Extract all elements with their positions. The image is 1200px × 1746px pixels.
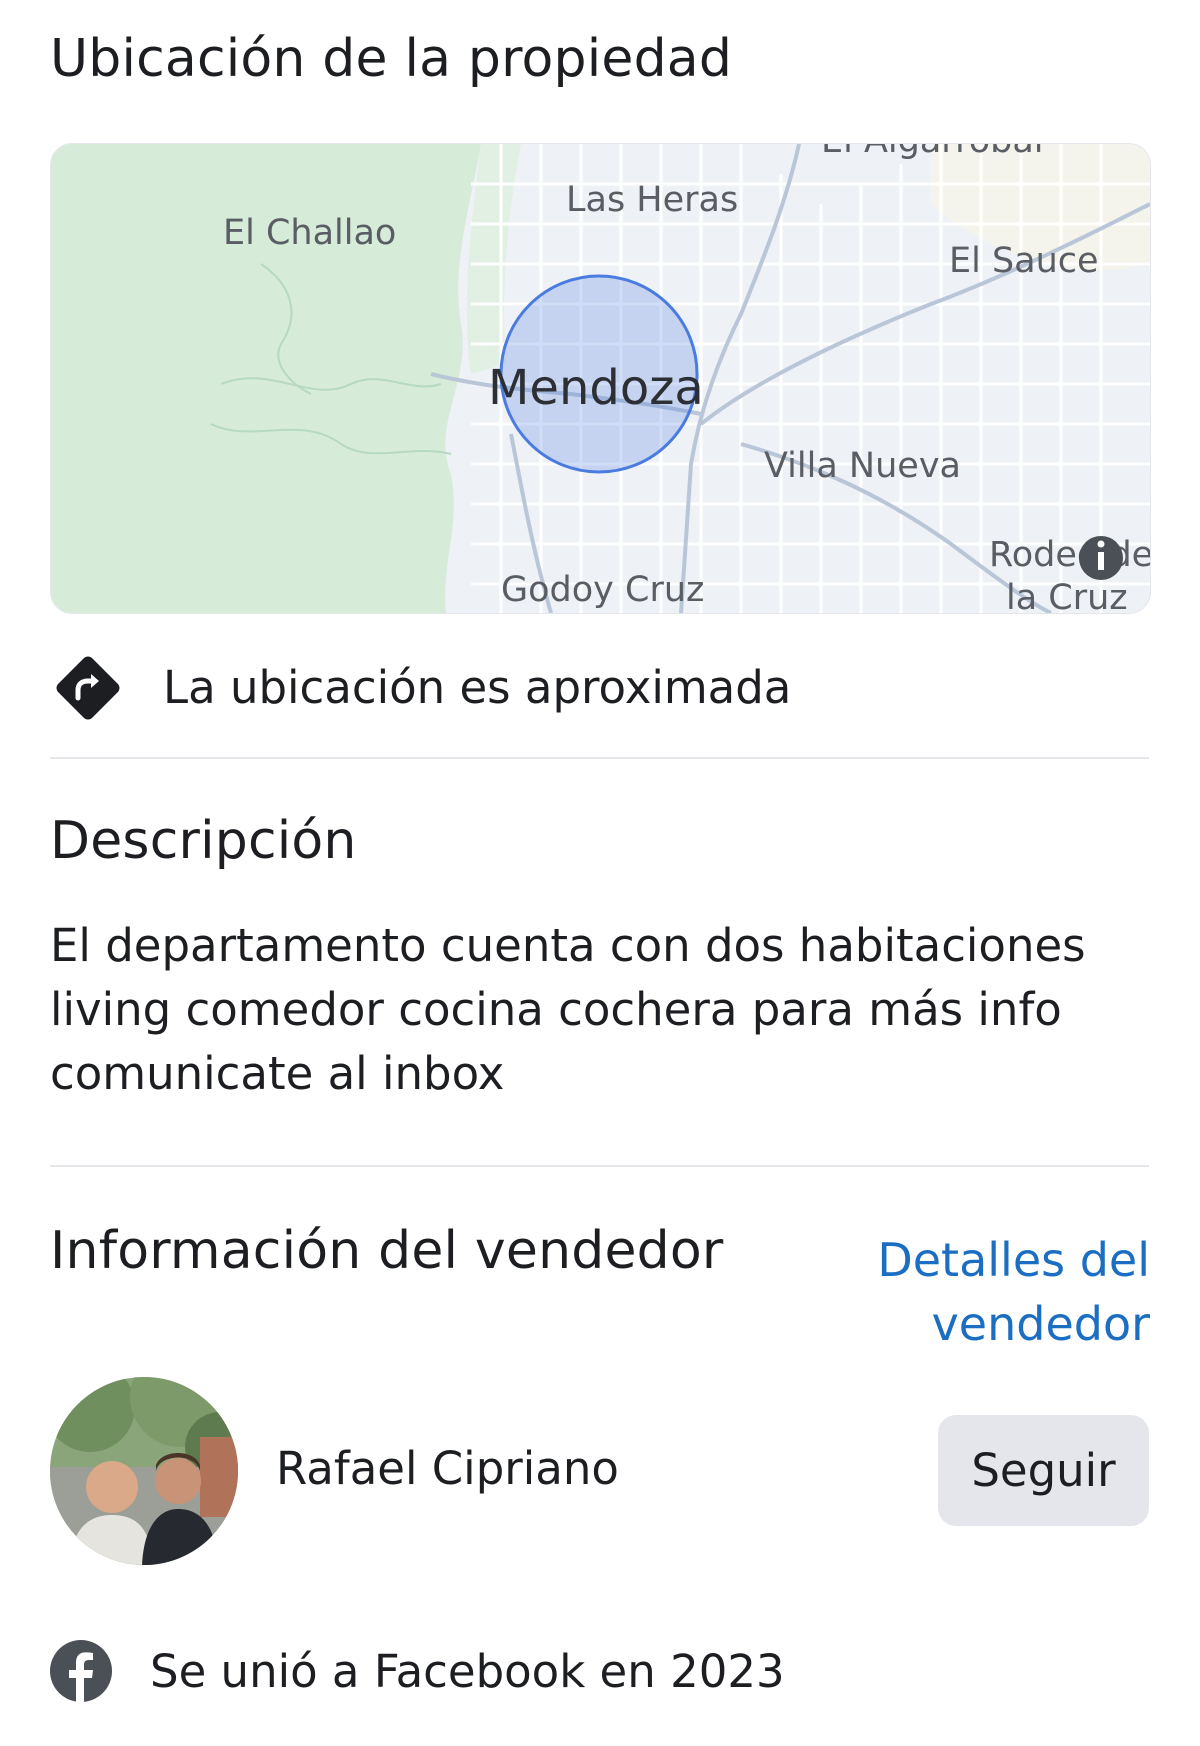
seller-details-line: vendedor xyxy=(931,1297,1150,1351)
seller-title: Información del vendedor xyxy=(50,1221,724,1281)
map-label-rodeo-line1: Rodeo de xyxy=(989,535,1150,575)
map-label-el-sauce: El Sauce xyxy=(949,241,1099,281)
description-body: El departamento cuenta con dos habitacio… xyxy=(50,914,1150,1106)
divider-1 xyxy=(50,757,1149,759)
directions-icon xyxy=(50,650,126,726)
location-title: Ubicación de la propiedad xyxy=(50,29,733,89)
map-label-villa-nueva: Villa Nueva xyxy=(764,446,961,486)
description-line: El departamento cuenta con dos habitacio… xyxy=(50,919,1086,972)
seller-details-link[interactable]: Detalles del vendedor xyxy=(850,1228,1150,1356)
map-label-rodeo-line2: la Cruz xyxy=(1006,578,1128,613)
location-map[interactable]: El Algarrobal Las Heras El Challao El Sa… xyxy=(50,143,1151,614)
seller-avatar[interactable] xyxy=(50,1377,238,1565)
description-title: Descripción xyxy=(50,811,357,871)
approx-location-text: La ubicación es aproximada xyxy=(163,661,792,714)
map-label-top: El Algarrobal xyxy=(821,144,1044,161)
map-label-godoy-cruz: Godoy Cruz xyxy=(501,570,704,610)
divider-2 xyxy=(50,1165,1149,1167)
map-label-el-challao: El Challao xyxy=(223,213,396,253)
joined-text: Se unió a Facebook en 2023 xyxy=(150,1645,785,1698)
description-line: living comedor cocina cochera para más i… xyxy=(50,983,1062,1036)
description-line: comunicate al inbox xyxy=(50,1047,505,1100)
info-icon[interactable] xyxy=(1079,536,1123,580)
map-canvas: El Algarrobal Las Heras El Challao El Sa… xyxy=(51,144,1150,613)
facebook-icon xyxy=(50,1640,112,1702)
follow-button[interactable]: Seguir xyxy=(938,1415,1149,1526)
seller-name[interactable]: Rafael Cipriano xyxy=(276,1437,619,1501)
map-label-las-heras: Las Heras xyxy=(566,180,738,220)
map-label-mendoza: Mendoza xyxy=(488,360,704,416)
seller-details-line: Detalles del xyxy=(877,1233,1150,1287)
